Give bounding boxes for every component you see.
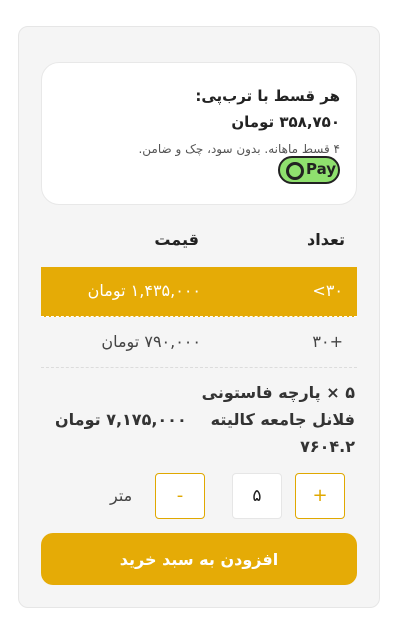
header-price: قیمت — [154, 230, 199, 249]
price-tier-row: ۳۰> ۱,۴۳۵,۰۰۰ تومان — [41, 267, 357, 317]
increase-qty-button[interactable]: + — [295, 473, 345, 519]
installment-amount: ۳۵۸,۷۵۰ تومان — [231, 113, 340, 131]
tier-price: ۷۹۰,۰۰۰ تومان — [101, 332, 201, 351]
pay-logo-text: Pay — [306, 160, 337, 178]
order-summary: ۵ × پارچه فاستونی فلانل جامعه کالیته ۷,۱… — [55, 379, 355, 460]
product-code: ۷۶۰۴.۲ — [300, 437, 355, 456]
tier-qty: +۳۰ — [312, 332, 343, 351]
header-qty: تعداد — [307, 230, 345, 249]
tier-price: ۱,۴۳۵,۰۰۰ تومان — [87, 281, 201, 300]
torob-pay-logo: Pay — [278, 156, 340, 184]
product-line2: فلانل جامعه کالیته ۷,۱۷۵,۰۰۰ تومان — [55, 406, 355, 433]
product-purchase-card: هر قسط با ترب‌پی: ۳۵۸,۷۵۰ تومان ۴ قسط ما… — [18, 26, 380, 608]
quantity-input[interactable] — [232, 473, 282, 519]
unit-label: متر — [110, 486, 133, 505]
pay-ring-icon — [286, 162, 304, 180]
installment-title: هر قسط با ترب‌پی: — [195, 87, 340, 105]
total-price: ۷,۱۷۵,۰۰۰ تومان — [55, 410, 187, 429]
product-name-line2: فلانل جامعه کالیته — [210, 410, 355, 429]
tier-qty: ۳۰> — [312, 281, 343, 300]
product-name-line1: ۵ × پارچه فاستونی — [201, 383, 355, 402]
add-to-cart-button[interactable]: افزودن به سبد خرید — [41, 533, 357, 585]
price-tier-row: +۳۰ ۷۹۰,۰۰۰ تومان — [41, 318, 357, 368]
installment-text: هر قسط با ترب‌پی: ۳۵۸,۷۵۰ تومان ۴ قسط ما… — [120, 83, 340, 161]
installment-box: هر قسط با ترب‌پی: ۳۵۸,۷۵۰ تومان ۴ قسط ما… — [41, 62, 357, 205]
decrease-qty-button[interactable]: - — [155, 473, 205, 519]
